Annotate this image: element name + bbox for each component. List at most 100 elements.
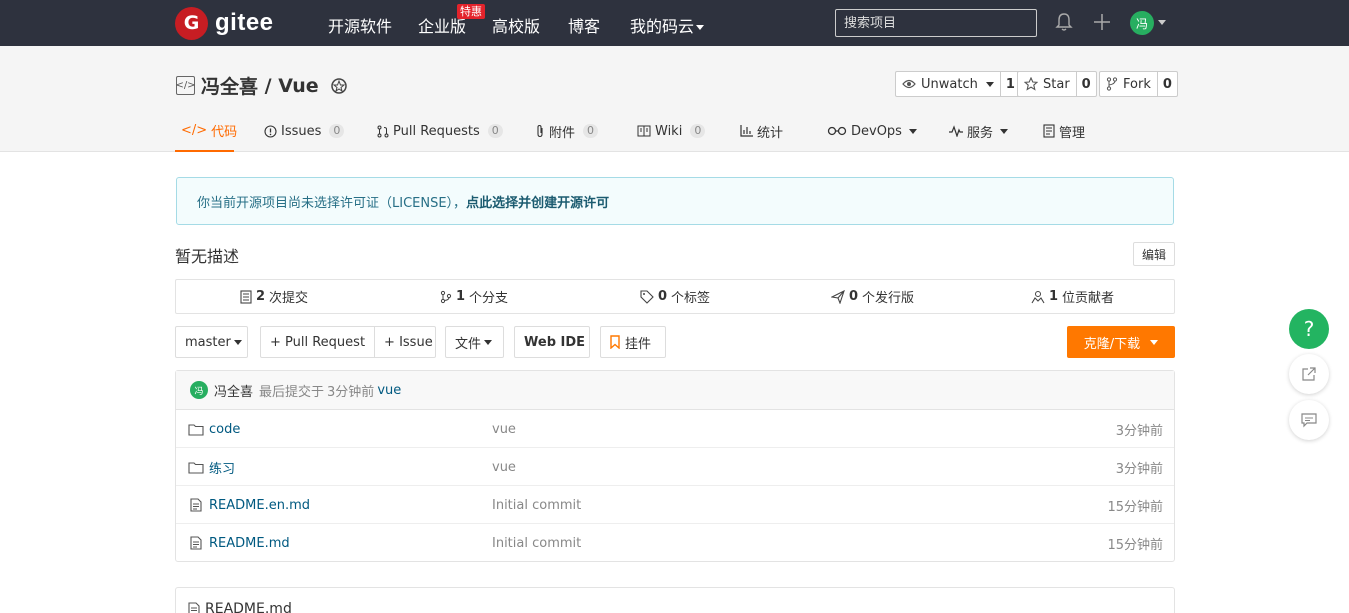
file-time: 3分钟前 — [1115, 461, 1163, 477]
tab-stats[interactable]: 统计 — [740, 110, 783, 152]
user-avatar[interactable]: 冯 — [1130, 11, 1154, 35]
create-license-link[interactable]: 点此选择并创建开源许可 — [466, 196, 609, 211]
feedback-button[interactable] — [1289, 400, 1329, 440]
nav-my-gitee-label: 我的码云 — [630, 17, 695, 36]
clone-download-button[interactable]: 克隆/下载 — [1067, 326, 1175, 358]
stat-commits[interactable]: 2 次提交 — [240, 280, 308, 313]
file-name-label: README.en.md — [209, 497, 310, 513]
file-name[interactable]: 练习 — [188, 448, 235, 486]
share-button[interactable] — [1289, 354, 1329, 394]
committer-name[interactable]: 冯全喜 — [214, 381, 253, 400]
file-commit-message[interactable]: vue — [492, 448, 516, 486]
contributors-label: 位贡献者 — [1062, 291, 1115, 306]
readme-title: README.md — [188, 601, 292, 613]
widget-button[interactable]: 挂件 — [600, 326, 666, 358]
tab-manage[interactable]: 管理 — [1043, 110, 1085, 152]
watch-button[interactable]: Unwatch 1 — [895, 71, 1021, 97]
document-settings-icon — [1043, 124, 1055, 138]
file-name-label: README.md — [209, 535, 290, 551]
stat-contributors[interactable]: 1 位贡献者 — [1031, 280, 1114, 313]
tab-manage-label: 管理 — [1059, 125, 1086, 141]
fork-label: Fork — [1123, 76, 1151, 92]
nav-my-gitee[interactable]: 我的码云 — [630, 13, 705, 37]
new-issue-button[interactable]: + Issue — [374, 327, 442, 357]
tab-pull-requests[interactable]: Pull Requests 0 — [377, 110, 503, 152]
branches-count: 1 — [456, 289, 466, 304]
tab-attachments-label: 附件 — [549, 125, 576, 141]
file-name[interactable]: code — [188, 410, 240, 448]
file-menu-button[interactable]: 文件 — [445, 326, 504, 358]
issue-icon — [264, 124, 277, 138]
list-item[interactable]: 练习 vue 3分钟前 — [176, 448, 1174, 486]
list-item[interactable]: README.en.md Initial commit 15分钟前 — [176, 486, 1174, 524]
chevron-down-icon — [233, 339, 242, 345]
tab-code-label: 代码 — [211, 124, 238, 140]
branch-select[interactable]: master — [175, 326, 248, 358]
code-icon: </> — [181, 122, 208, 138]
watch-label: Unwatch — [921, 76, 978, 92]
project-owner[interactable]: 冯全喜 — [201, 72, 258, 99]
fork-count[interactable]: 0 — [1156, 72, 1177, 96]
list-item[interactable]: README.md Initial commit 15分钟前 — [176, 524, 1174, 562]
web-ide-button[interactable]: Web IDE — [514, 326, 590, 358]
pulse-icon — [949, 125, 963, 137]
file-time: 3分钟前 — [1115, 423, 1163, 439]
tab-wiki-label: Wiki — [655, 123, 683, 139]
external-link-icon — [1302, 367, 1316, 381]
gvp-badge-icon[interactable] — [329, 76, 349, 96]
tab-code[interactable]: </> 代码 — [175, 110, 238, 152]
tab-attachments[interactable]: 附件 0 — [535, 110, 599, 152]
file-time: 15分钟前 — [1107, 537, 1163, 553]
list-item[interactable]: code vue 3分钟前 — [176, 410, 1174, 448]
comment-icon — [1301, 413, 1317, 428]
project-description: 暂无描述 — [175, 247, 240, 266]
stat-releases[interactable]: 0 个发行版 — [831, 280, 914, 313]
file-name[interactable]: README.en.md — [188, 486, 310, 524]
readme-panel: README.md — [175, 587, 1175, 613]
bar-chart-icon — [740, 125, 753, 137]
nav-education[interactable]: 高校版 — [492, 13, 540, 37]
paper-plane-icon — [831, 289, 845, 304]
project-header: </> 冯全喜 / Vue Unwatch 1 Star 0 Fork 0 </… — [0, 46, 1349, 152]
branch-select-label: master — [185, 334, 231, 350]
tab-wiki[interactable]: Wiki 0 — [637, 110, 706, 152]
edit-description-button[interactable]: 编辑 — [1133, 242, 1175, 266]
tab-devops[interactable]: DevOps — [827, 110, 917, 152]
code-repo-icon: </> — [175, 76, 196, 95]
stat-branches[interactable]: 1 个分支 — [440, 280, 508, 313]
nav-open-source[interactable]: 开源软件 — [328, 13, 392, 37]
star-button[interactable]: Star 0 — [1017, 71, 1097, 97]
avatar-chevron-down-icon[interactable] — [1158, 20, 1166, 25]
stat-tags[interactable]: 0 个标签 — [640, 280, 710, 313]
tab-issues[interactable]: Issues 0 — [264, 110, 345, 152]
tab-stats-label: 统计 — [757, 125, 784, 141]
releases-count: 0 — [849, 289, 859, 304]
search-input[interactable] — [835, 9, 1037, 37]
chevron-down-icon — [696, 25, 705, 30]
top-navbar: G gitee 开源软件 企业版 特惠 高校版 博客 我的码云 冯 — [0, 0, 1349, 46]
issues-count: 0 — [329, 124, 345, 138]
gitee-logo[interactable]: G gitee — [175, 6, 274, 40]
file-commit-message[interactable]: vue — [492, 410, 516, 448]
project-name[interactable]: Vue — [278, 75, 318, 97]
new-pull-request-button[interactable]: + Pull Request — [261, 327, 374, 357]
commit-message[interactable]: vue — [377, 383, 401, 398]
file-name[interactable]: README.md — [188, 524, 290, 562]
star-count[interactable]: 0 — [1075, 72, 1096, 96]
fork-button[interactable]: Fork 0 — [1099, 71, 1178, 97]
committer-avatar[interactable]: 冯 — [190, 381, 208, 399]
logo-badge: G — [175, 6, 208, 40]
file-commit-message[interactable]: Initial commit — [492, 524, 581, 562]
help-button[interactable]: ? — [1289, 309, 1329, 349]
tab-services[interactable]: 服务 — [949, 110, 1009, 152]
file-commit-message[interactable]: Initial commit — [492, 486, 581, 524]
readme-title-label: README.md — [205, 601, 292, 613]
branches-label: 个分支 — [469, 291, 509, 306]
pull-request-icon — [377, 125, 389, 137]
file-icon — [190, 498, 202, 512]
nav-blog[interactable]: 博客 — [568, 13, 600, 37]
plus-icon[interactable] — [1093, 12, 1111, 32]
bell-icon[interactable] — [1055, 12, 1073, 32]
repo-stats-bar: 2 次提交 1 个分支 0 个标签 0 个发行版 1 位贡献者 — [175, 279, 1175, 314]
book-icon — [637, 125, 651, 137]
